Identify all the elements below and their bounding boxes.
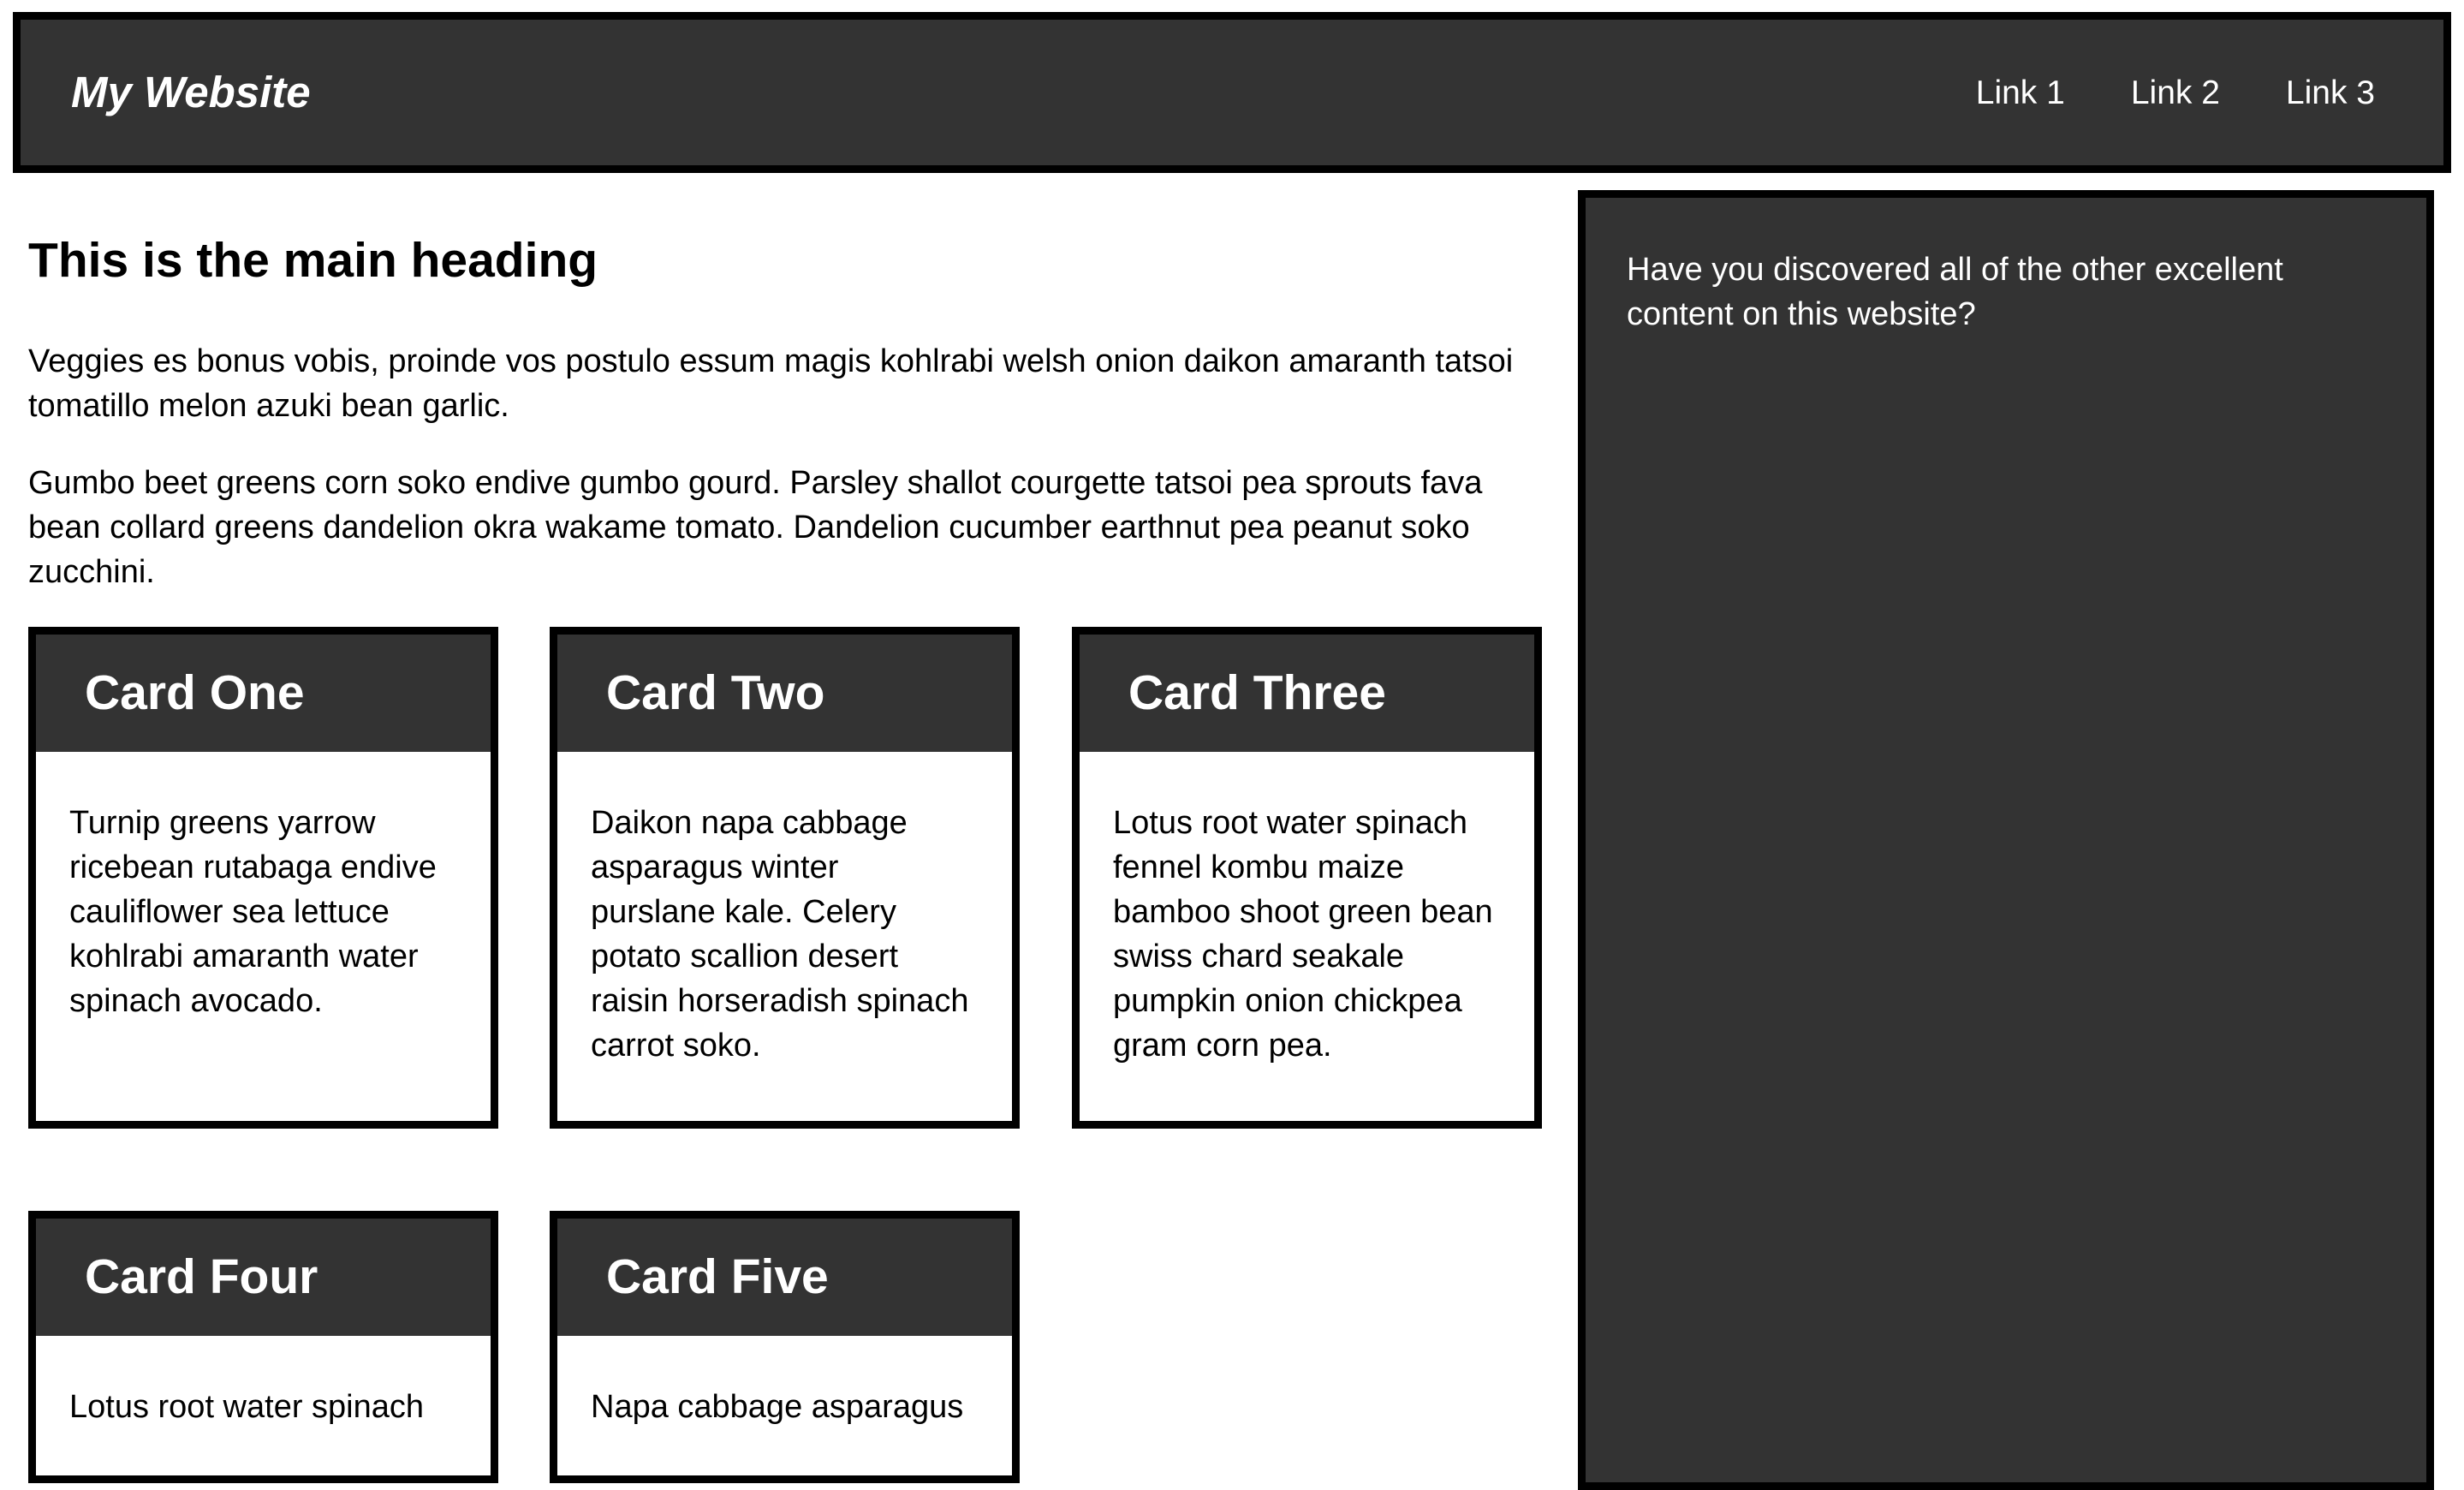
sidebar-text: Have you discovered all of the other exc… <box>1627 252 2283 332</box>
card-title: Card Two <box>557 635 1012 752</box>
card-title: Card Five <box>557 1219 1012 1336</box>
card-two: Card Two Daikon napa cabbage asparagus w… <box>550 627 1020 1129</box>
card-body: Turnip greens yarrow ricebean rutabaga e… <box>69 805 437 1019</box>
card-five: Card Five Napa cabbage asparagus <box>550 1211 1020 1483</box>
card-four: Card Four Lotus root water spinach <box>28 1211 498 1483</box>
site-header: My Website Link 1 Link 2 Link 3 <box>13 12 2451 173</box>
main-heading: This is the main heading <box>28 233 598 288</box>
card-body: Lotus root water spinach <box>69 1389 425 1425</box>
site-title[interactable]: My Website <box>71 20 311 165</box>
card-title: Card Four <box>36 1219 491 1336</box>
card-one: Card One Turnip greens yarrow ricebean r… <box>28 627 498 1129</box>
card-body: Lotus root water spinach fennel kombu ma… <box>1113 805 1493 1064</box>
main-nav: Link 1 Link 2 Link 3 <box>1910 20 2375 165</box>
intro-paragraph-2: Gumbo beet greens corn soko endive gumbo… <box>28 465 1483 590</box>
card-three: Card Three Lotus root water spinach fenn… <box>1072 627 1542 1129</box>
card-body: Daikon napa cabbage asparagus winter pur… <box>591 805 969 1064</box>
nav-link-3[interactable]: Link 3 <box>2286 76 2375 110</box>
sidebar: Have you discovered all of the other exc… <box>1578 190 2434 1490</box>
card-body: Napa cabbage asparagus <box>591 1389 964 1425</box>
intro-paragraph-1: Veggies es bonus vobis, proinde vos post… <box>28 343 1514 424</box>
nav-link-1[interactable]: Link 1 <box>1976 76 2065 110</box>
card-title: Card One <box>36 635 491 752</box>
card-title: Card Three <box>1080 635 1534 752</box>
nav-link-2[interactable]: Link 2 <box>2131 76 2220 110</box>
